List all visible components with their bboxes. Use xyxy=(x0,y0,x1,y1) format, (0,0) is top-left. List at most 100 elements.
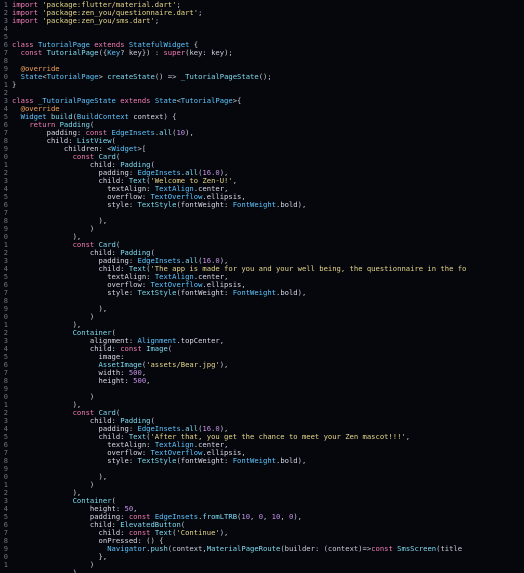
code-token: , xyxy=(232,176,238,185)
code-token: , xyxy=(405,432,411,441)
code-token: (title xyxy=(436,544,463,553)
line-number: 5 xyxy=(3,113,8,121)
code-token: ; xyxy=(154,16,160,25)
code-token: } xyxy=(12,80,17,89)
code-line[interactable]: const TutorialPage({Key? key}) : super(k… xyxy=(12,49,233,57)
line-number: 5 xyxy=(3,273,8,281)
code-token: const xyxy=(371,544,398,553)
code-token: ), xyxy=(293,512,302,521)
code-token: 500 xyxy=(133,376,147,385)
code-token: bold xyxy=(280,200,298,209)
line-number: 3 xyxy=(3,497,8,505)
code-token: TutorialPage xyxy=(46,48,99,57)
code-line[interactable]: style: TextStyle(fontWeight: FontWeight.… xyxy=(12,201,306,209)
line-number-gutter: 1234567890123456789012345678901234567890… xyxy=(0,0,8,573)
code-area[interactable]: import 'package:flutter/material.dart'; i… xyxy=(12,0,524,573)
line-number: 5 xyxy=(3,433,8,441)
line-number: 9 xyxy=(3,145,8,153)
code-line[interactable]: style: TextStyle(fontWeight: FontWeight.… xyxy=(12,289,306,297)
code-token: , xyxy=(219,336,225,345)
code-token: ), xyxy=(12,568,82,573)
code-token: FontWeight xyxy=(232,288,276,297)
code-token: context xyxy=(133,112,164,121)
line-number: 8 xyxy=(3,217,8,225)
code-token: , xyxy=(280,512,289,521)
code-line[interactable]: height: 500, xyxy=(12,376,151,385)
line-number: 2 xyxy=(3,89,8,97)
code-line[interactable]: } xyxy=(12,81,16,89)
line-number: 1 xyxy=(3,321,8,329)
line-number: 0 xyxy=(3,473,8,481)
line-number: 8 xyxy=(3,137,8,145)
code-editor[interactable]: 1234567890123456789012345678901234567890… xyxy=(0,0,524,573)
code-token: State xyxy=(20,72,43,81)
line-number: 9 xyxy=(3,305,8,313)
code-line[interactable]: State<TutorialPage> createState() => _Tu… xyxy=(12,73,272,81)
code-token: FontWeight xyxy=(232,200,276,209)
line-number: 0 xyxy=(3,393,8,401)
code-token: style: xyxy=(12,288,138,297)
code-token: ( xyxy=(167,344,173,353)
line-number: 6 xyxy=(3,121,8,129)
code-line[interactable]: import 'package:zen_you/sms.dart'; xyxy=(12,17,159,25)
code-line[interactable]: style: TextStyle(fontWeight: FontWeight.… xyxy=(12,457,306,465)
code-token: fontWeight: xyxy=(180,200,233,209)
line-number: 1 xyxy=(3,161,8,169)
line-number: 9 xyxy=(3,65,8,73)
line-number: 5 xyxy=(3,193,8,201)
line-number: 3 xyxy=(3,177,8,185)
code-token: bold xyxy=(280,456,298,465)
code-token: > xyxy=(98,72,108,81)
code-token: fontWeight: xyxy=(180,456,233,465)
line-number: 4 xyxy=(3,265,8,273)
code-token: fromLTRB xyxy=(202,512,238,521)
line-number: 0 xyxy=(3,553,8,561)
line-number: 7 xyxy=(3,369,8,377)
code-token: FontWeight xyxy=(232,456,276,465)
line-number: 7 xyxy=(3,129,8,137)
code-token: push xyxy=(150,544,168,553)
line-number: 7 xyxy=(3,529,8,537)
code-token: ), xyxy=(219,528,229,537)
code-token: ? key}) : xyxy=(120,48,164,57)
code-token: ), xyxy=(185,128,194,137)
line-number: 1 xyxy=(3,401,8,409)
line-number: 2 xyxy=(3,249,8,257)
code-token: super xyxy=(163,48,186,57)
code-token: 'assets/Bear.jpg' xyxy=(146,360,220,369)
line-number: 1 xyxy=(3,561,8,569)
code-token: ), xyxy=(297,288,307,297)
code-token: TextStyle xyxy=(137,200,177,209)
code-token: (key: key); xyxy=(185,48,233,57)
code-token: _TutorialPageState xyxy=(180,72,259,81)
code-token: SmsScreen xyxy=(397,544,437,553)
code-token: ) { xyxy=(163,112,177,121)
line-number: 0 xyxy=(3,313,8,321)
line-number: 9 xyxy=(3,545,8,553)
code-token: 10 xyxy=(241,512,251,521)
line-number: 3 xyxy=(3,257,8,265)
line-number: 7 xyxy=(3,49,8,57)
line-number: 7 xyxy=(3,289,8,297)
line-number: 7 xyxy=(3,449,8,457)
code-token: Navigator xyxy=(107,544,147,553)
line-number: 6 xyxy=(3,41,8,49)
code-token: 'package:zen_you/sms.dart' xyxy=(42,16,155,25)
line-number: 6 xyxy=(3,361,8,369)
line-number: 6 xyxy=(3,201,8,209)
code-token: >{ xyxy=(232,96,242,105)
code-token: (); xyxy=(258,72,272,81)
code-token: ), xyxy=(297,456,307,465)
code-token: , xyxy=(146,376,151,385)
code-token: ), xyxy=(297,200,307,209)
code-token: createState xyxy=(107,72,155,81)
line-number: 9 xyxy=(3,385,8,393)
code-token: style: xyxy=(12,200,138,209)
line-number: 9 xyxy=(3,465,8,473)
line-number: 3 xyxy=(3,17,8,25)
line-number: 6 xyxy=(3,281,8,289)
line-number: 2 xyxy=(3,409,8,417)
code-token: , xyxy=(250,512,259,521)
code-line[interactable]: ), xyxy=(12,568,82,573)
